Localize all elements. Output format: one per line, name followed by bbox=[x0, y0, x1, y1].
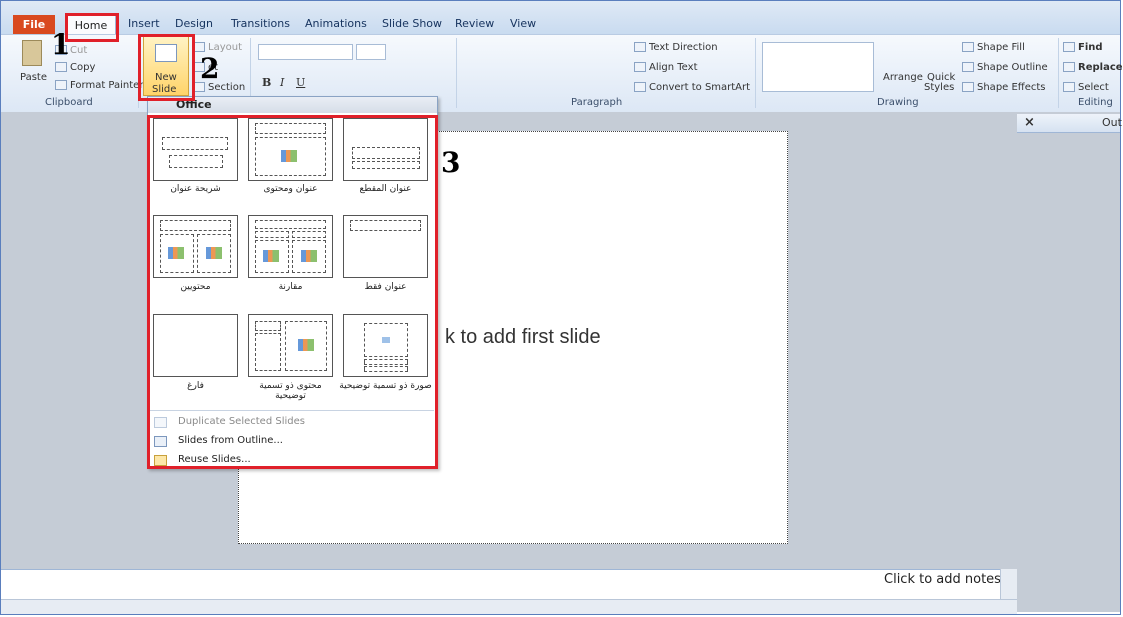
tab-file[interactable]: File bbox=[13, 15, 55, 35]
underline-button[interactable]: U bbox=[296, 76, 305, 89]
paragraph-group-label: Paragraph bbox=[571, 97, 623, 108]
annotation-box-home bbox=[65, 13, 119, 42]
annotation-number-2: 2 bbox=[200, 52, 220, 85]
outline-panel bbox=[1017, 112, 1120, 612]
replace-button[interactable]: Replace bbox=[1063, 62, 1123, 73]
select-button[interactable]: Select bbox=[1063, 82, 1109, 93]
quick-styles-label: Styles bbox=[924, 82, 955, 93]
font-size-combo[interactable] bbox=[356, 44, 386, 60]
effects-icon bbox=[962, 82, 974, 92]
drawing-group-label: Drawing bbox=[877, 97, 919, 108]
group-separator bbox=[1058, 38, 1059, 108]
outline-tab[interactable]: Out bbox=[1102, 116, 1122, 129]
format-painter-button[interactable]: Format Painter bbox=[55, 80, 143, 91]
paste-button[interactable]: Paste bbox=[20, 72, 47, 83]
convert-smartart-label: Convert to SmartArt bbox=[649, 82, 751, 93]
shape-outline-button[interactable]: Shape Outline bbox=[962, 62, 1048, 73]
notes-scrollbar[interactable] bbox=[1000, 569, 1017, 599]
horizontal-scrollbar[interactable] bbox=[1, 599, 1017, 614]
shape-fill-button[interactable]: Shape Fill bbox=[962, 42, 1025, 53]
tab-slide-show[interactable]: Slide Show bbox=[382, 17, 442, 30]
ribbon-tab-bar bbox=[1, 1, 1120, 34]
convert-smartart-button[interactable]: Convert to SmartArt bbox=[634, 82, 750, 93]
group-separator bbox=[755, 38, 756, 108]
bold-button[interactable]: B bbox=[262, 76, 271, 89]
tab-transitions[interactable]: Transitions bbox=[231, 17, 290, 30]
pen-icon bbox=[962, 62, 974, 72]
find-label: Find bbox=[1078, 42, 1103, 53]
slide-placeholder-text[interactable]: k to add first slide bbox=[445, 326, 601, 349]
tab-review[interactable]: Review bbox=[455, 17, 494, 30]
align-text-icon bbox=[634, 62, 646, 72]
align-text-label: Align Text bbox=[649, 62, 698, 73]
notes-placeholder[interactable]: Click to add notes bbox=[884, 572, 1001, 587]
font-name-combo[interactable] bbox=[258, 44, 353, 60]
select-label: Select bbox=[1078, 82, 1109, 93]
copy-button[interactable]: Copy bbox=[55, 62, 95, 73]
replace-icon bbox=[1063, 62, 1075, 72]
italic-button[interactable]: I bbox=[280, 76, 284, 89]
shape-outline-label: Shape Outline bbox=[977, 62, 1048, 73]
text-direction-icon bbox=[634, 42, 646, 52]
binoculars-icon bbox=[1063, 42, 1075, 52]
shape-effects-label: Shape Effects bbox=[977, 82, 1046, 93]
tab-view[interactable]: View bbox=[510, 17, 536, 30]
annotation-number-1: 1 bbox=[51, 28, 71, 61]
copy-icon bbox=[55, 62, 67, 72]
replace-label: Replace bbox=[1078, 62, 1123, 73]
shapes-gallery[interactable] bbox=[762, 42, 874, 92]
notes-pane[interactable] bbox=[1, 569, 1017, 600]
clipboard-group-label: Clipboard bbox=[45, 97, 93, 108]
group-separator bbox=[456, 38, 457, 108]
shape-effects-button[interactable]: Shape Effects bbox=[962, 82, 1045, 93]
annotation-box-layouts bbox=[147, 115, 438, 469]
find-button[interactable]: Find bbox=[1063, 42, 1103, 53]
annotation-box-new-slide bbox=[138, 34, 195, 101]
smartart-icon bbox=[634, 82, 646, 92]
tab-animations[interactable]: Animations bbox=[305, 17, 367, 30]
shape-fill-label: Shape Fill bbox=[977, 42, 1025, 53]
cut-label: Cut bbox=[70, 45, 88, 56]
tab-design[interactable]: Design bbox=[175, 17, 213, 30]
brush-icon bbox=[55, 80, 67, 90]
tab-insert[interactable]: Insert bbox=[128, 17, 160, 30]
paint-bucket-icon bbox=[962, 42, 974, 52]
editing-group-label: Editing bbox=[1078, 97, 1113, 108]
annotation-number-3: 3 bbox=[441, 146, 461, 179]
copy-label: Copy bbox=[70, 62, 96, 73]
format-painter-label: Format Painter bbox=[70, 80, 144, 91]
text-direction-button[interactable]: Text Direction bbox=[634, 42, 718, 53]
cursor-icon bbox=[1063, 82, 1075, 92]
paste-icon[interactable] bbox=[22, 40, 42, 66]
close-icon[interactable]: × bbox=[1024, 115, 1035, 130]
text-direction-label: Text Direction bbox=[649, 42, 718, 53]
arrange-button[interactable]: Arrange bbox=[883, 72, 923, 83]
align-text-button[interactable]: Align Text bbox=[634, 62, 698, 73]
